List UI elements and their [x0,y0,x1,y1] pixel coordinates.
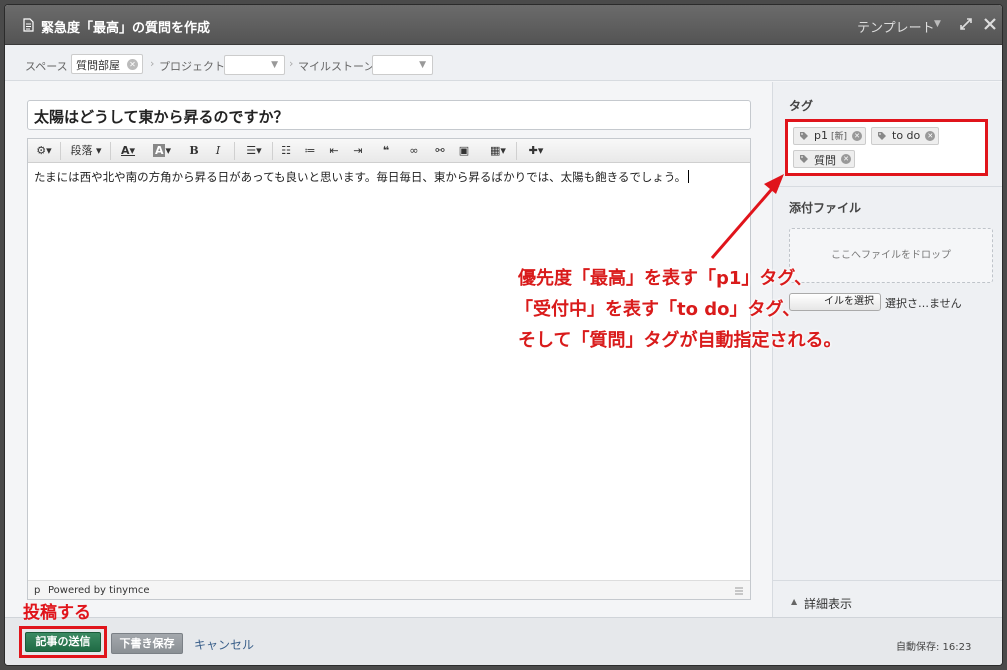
settings-icon[interactable]: ⚙▾ [32,142,56,160]
chevron-right-icon: › [150,57,155,70]
save-draft-button[interactable]: 下書き保存 [111,633,183,654]
tag-chip[interactable]: to do ✕ [871,127,940,145]
cancel-link[interactable]: キャンセル [194,636,254,653]
rich-text-editor[interactable]: ⚙▾ 段落 ▾ A▾ A▾ B I ☰▾ ☷ ≔ ⇤ ⇥ ❝ ∞ ⚯ ▣ ▦▾ [27,138,751,600]
divider [234,142,235,160]
tag-chip[interactable]: 質問 ✕ [793,150,855,168]
chevron-right-icon: › [289,57,294,70]
file-dropzone[interactable]: ここへファイルをドロップ [789,228,993,283]
divider [773,186,1002,187]
powered-by-label: Powered by tinymce [48,585,150,596]
bold-button[interactable]: B [186,142,202,160]
divider [110,142,111,160]
milestone-select[interactable]: ▼ [372,55,433,75]
remove-tag-icon[interactable]: ✕ [925,131,936,141]
meta-bar: スペース 質問部屋 ✕ › プロジェクト ▼ › マイルストーン ▼ [5,45,1002,81]
editor-statusbar: p Powered by tinymce [28,580,750,599]
tag-icon [800,132,808,140]
post-annotation: 投稿する [23,603,91,623]
details-label: 詳細表示 [804,597,853,611]
italic-button[interactable]: I [210,142,226,160]
divider [60,142,61,160]
triangle-up-icon: ▲ [791,597,798,606]
plugin-icon[interactable]: ✚▾ [522,142,550,160]
image-icon[interactable]: ▣ [456,142,472,160]
submit-highlight: 記事の送信 [19,626,107,658]
project-label: プロジェクト [159,60,225,73]
background-color-icon[interactable]: A ▾ [148,142,176,160]
tag-label: 質問 [814,154,836,167]
document-icon [23,18,34,32]
title-bar: 緊急度「最高」の質問を作成 テンプレート ▼ [5,5,1002,45]
bullet-list-icon[interactable]: ☷ [278,142,294,160]
create-question-dialog: 緊急度「最高」の質問を作成 テンプレート ▼ スペース 質問部屋 ✕ › プロジ… [4,4,1003,666]
space-chip[interactable]: 質問部屋 ✕ [71,54,143,74]
element-path[interactable]: p [34,585,40,596]
divider [516,142,517,160]
resize-handle-icon[interactable] [734,585,744,595]
space-label: スペース [25,60,68,73]
chevron-down-icon: ▼ [271,60,278,70]
tag-new-badge: [新] [830,132,848,142]
callout-line-3: そして「質問」タグが自動指定される。 [518,330,842,351]
remove-icon[interactable]: ✕ [127,59,138,70]
divider [272,142,273,160]
unlink-icon[interactable]: ⚯ [432,142,448,160]
tag-label: p1 [814,129,828,142]
chevron-down-icon: ▼ [419,60,426,70]
align-icon[interactable]: ☰▾ [240,142,268,160]
outdent-icon[interactable]: ⇤ [326,142,342,160]
autosave-status: 自動保存: 16:23 [896,642,972,653]
tags-heading: タグ [789,99,814,113]
blockquote-icon[interactable]: ❝ [378,142,394,160]
chevron-down-icon[interactable]: ▼ [934,19,941,29]
tags-field[interactable]: p1 [新] ✕ to do ✕ 質問 ✕ [785,119,988,176]
remove-tag-icon[interactable]: ✕ [841,154,851,164]
attachments-heading: 添付ファイル [789,201,862,215]
body-text: たまには西や北や南の方角から昇る日があっても良いと思います。毎日毎日、東から昇る… [34,170,687,184]
table-icon[interactable]: ▦▾ [484,142,512,160]
expand-icon[interactable] [958,16,974,32]
project-select[interactable]: ▼ [224,55,285,75]
link-icon[interactable]: ∞ [406,142,422,160]
choose-file-button[interactable]: イルを選択 [789,293,881,311]
paragraph-label: 段落 [70,144,93,157]
paragraph-dropdown[interactable]: 段落 ▾ [66,142,106,160]
dialog-title: 緊急度「最高」の質問を作成 [41,21,211,36]
callout-line-1: 優先度「最高」を表す「p1」タグ、 [518,268,813,289]
text-cursor [688,170,690,183]
indent-icon[interactable]: ⇥ [350,142,366,160]
tag-label: to do [892,129,921,142]
numbered-list-icon[interactable]: ≔ [302,142,318,160]
footer: 記事の送信 下書き保存 キャンセル 自動保存: 16:23 [5,617,1002,665]
file-status: 選択さ…ません [885,297,962,310]
tag-chip[interactable]: p1 [新] ✕ [793,127,867,145]
callout-line-2: 「受付中」を表す「to do」タグ、 [515,299,801,320]
close-icon[interactable] [982,16,998,32]
space-value: 質問部屋 [76,59,120,72]
editor-toolbar: ⚙▾ 段落 ▾ A▾ A▾ B I ☰▾ ☷ ≔ ⇤ ⇥ ❝ ∞ ⚯ ▣ ▦▾ [28,139,750,163]
editor-content[interactable]: たまには西や北や南の方角から昇る日があっても良いと思います。毎日毎日、東から昇る… [34,169,744,185]
remove-tag-icon[interactable]: ✕ [852,131,863,141]
milestone-label: マイルストーン [298,60,375,73]
submit-button[interactable]: 記事の送信 [25,632,101,652]
divider [773,580,1002,581]
text-color-icon[interactable]: A▾ [114,142,142,160]
template-menu[interactable]: テンプレート [857,17,935,36]
title-input[interactable]: 太陽はどうして東から昇るのですか？ [27,100,751,130]
tag-icon [800,155,808,163]
tag-icon [878,132,886,140]
